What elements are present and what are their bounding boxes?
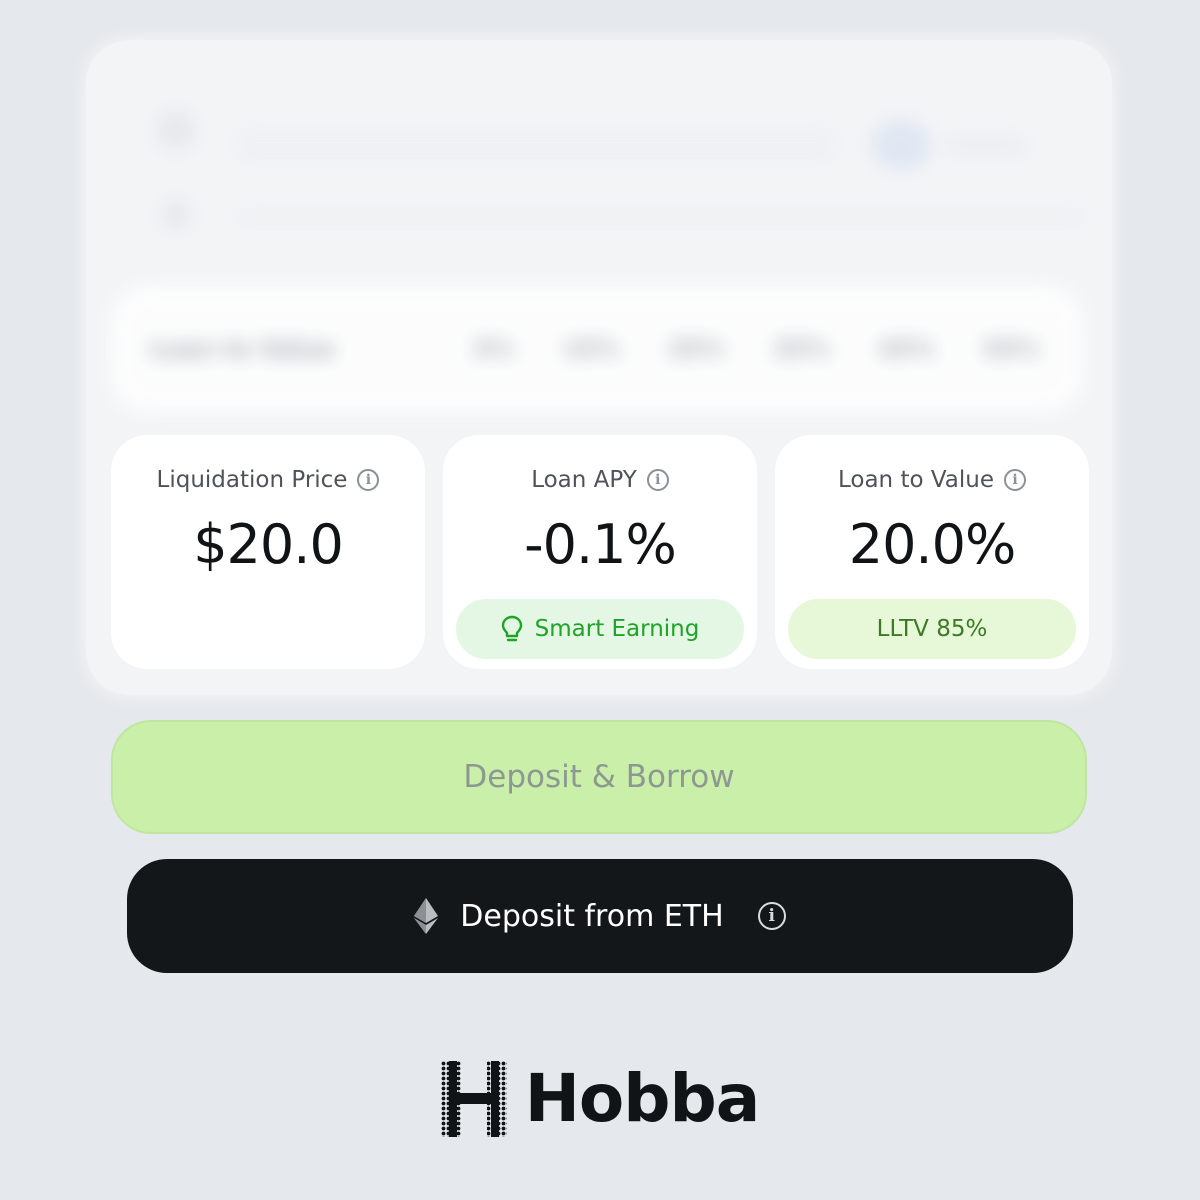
liquidation-price-value: $20.0 (193, 513, 344, 576)
info-icon[interactable]: i (1004, 469, 1027, 491)
hobba-logo: Hobba (0, 1060, 1200, 1137)
liquidation-price-title: Liquidation Price i (111, 467, 425, 493)
ltv-selector-label: Loan to Value (150, 335, 335, 363)
lltv-badge: LLTV 85% (788, 599, 1076, 659)
loan-apy-label: Loan APY (531, 467, 637, 493)
info-icon[interactable]: i (646, 469, 669, 491)
ltv-option[interactable]: 40% (878, 335, 935, 363)
ltv-option[interactable]: 10% (562, 335, 619, 363)
info-icon[interactable]: i (357, 469, 380, 491)
blurred-form-area: Loan to Value 0% 10% 20% 30% 40% 50% (86, 40, 1112, 420)
loan-to-value-value: 20.0% (848, 513, 1017, 576)
deposit-borrow-label: Deposit & Borrow (463, 759, 735, 795)
loan-apy-card: Loan APY i -0.1% Smart Earning (443, 435, 757, 669)
ltv-option[interactable]: 0% (474, 335, 515, 363)
liquidation-price-label: Liquidation Price (156, 467, 348, 493)
loan-apy-title: Loan APY i (443, 467, 757, 493)
brand-name: Hobba (524, 1060, 761, 1137)
hobba-logo-icon (440, 1060, 507, 1137)
loan-to-value-title: Loan to Value i (775, 467, 1089, 493)
lltv-label: LLTV 85% (876, 616, 988, 642)
lightbulb-icon (501, 615, 522, 642)
ltv-option[interactable]: 30% (772, 335, 829, 363)
ltv-selector[interactable]: Loan to Value 0% 10% 20% 30% 40% 50% (110, 285, 1084, 413)
deposit-from-eth-label: Deposit from ETH (460, 898, 724, 934)
loan-to-value-card: Loan to Value i 20.0% LLTV 85% (775, 435, 1089, 669)
smart-earning-label: Smart Earning (534, 616, 700, 642)
smart-earning-badge[interactable]: Smart Earning (456, 599, 744, 659)
deposit-borrow-button[interactable]: Deposit & Borrow (111, 720, 1087, 834)
loan-to-value-label: Loan to Value (837, 467, 995, 493)
ethereum-icon (414, 898, 439, 934)
loan-apy-value: -0.1% (524, 513, 677, 576)
liquidation-price-card: Liquidation Price i $20.0 (111, 435, 425, 669)
ltv-option[interactable]: 20% (667, 335, 724, 363)
info-icon[interactable]: i (757, 902, 786, 930)
deposit-from-eth-button[interactable]: Deposit from ETH i (127, 859, 1073, 973)
ltv-option[interactable]: 50% (983, 335, 1040, 363)
